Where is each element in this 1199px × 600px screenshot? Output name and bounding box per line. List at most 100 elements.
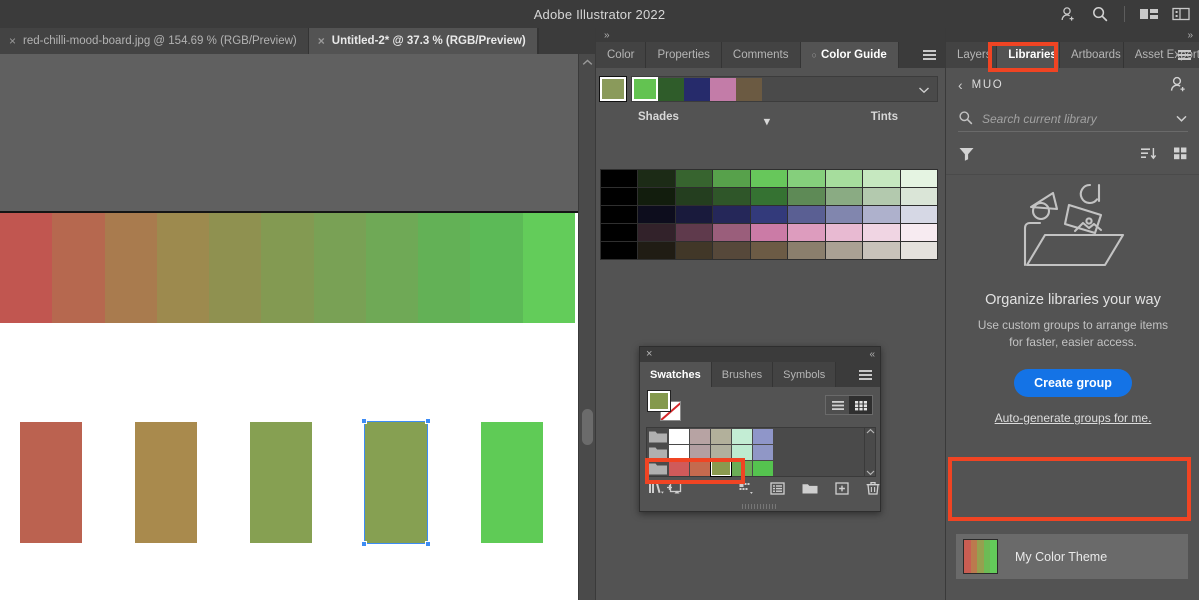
color-swatch[interactable] <box>669 429 689 444</box>
fill-stroke-indicator[interactable] <box>647 390 682 421</box>
variation-caret-icon[interactable]: ▾ <box>764 114 770 128</box>
swatch-options-icon[interactable] <box>769 478 787 498</box>
fill-swatch[interactable] <box>647 390 671 412</box>
color-group-folder-icon[interactable] <box>648 445 668 460</box>
harmony-colors-box[interactable] <box>631 76 938 102</box>
variation-swatch[interactable] <box>788 188 825 205</box>
variation-swatch[interactable] <box>638 242 675 259</box>
variation-swatch[interactable] <box>863 170 900 187</box>
new-swatch-icon[interactable] <box>833 478 851 498</box>
variation-swatch[interactable] <box>675 206 713 223</box>
variation-swatch[interactable] <box>750 224 788 241</box>
variation-swatch[interactable] <box>825 242 863 259</box>
variation-swatch[interactable] <box>713 242 750 259</box>
filter-icon[interactable] <box>958 146 975 164</box>
variation-swatch[interactable] <box>638 188 675 205</box>
artwork-rectangle[interactable] <box>135 422 197 543</box>
arrange-documents-icon[interactable] <box>1171 4 1191 24</box>
color-swatch[interactable] <box>711 445 731 460</box>
color-variations-grid[interactable] <box>600 169 938 260</box>
document-canvas[interactable] <box>0 54 578 600</box>
swatches-panel-titlebar[interactable]: × « <box>640 347 880 362</box>
harmony-color-swatch[interactable] <box>684 77 710 101</box>
variation-swatch[interactable] <box>601 206 638 223</box>
add-user-icon[interactable] <box>1058 4 1078 24</box>
close-icon[interactable]: × <box>318 35 325 47</box>
color-swatch[interactable] <box>711 429 731 444</box>
artboard[interactable] <box>0 211 578 600</box>
variation-swatch[interactable] <box>900 242 937 259</box>
libraries-panel-menu-icon[interactable] <box>1178 50 1191 60</box>
color-swatch[interactable] <box>669 461 689 476</box>
variation-swatch[interactable] <box>788 242 825 259</box>
variation-swatch[interactable] <box>750 188 788 205</box>
variation-swatch[interactable] <box>750 170 788 187</box>
variation-swatch[interactable] <box>788 170 825 187</box>
variation-swatch[interactable] <box>825 206 863 223</box>
variation-swatch[interactable] <box>788 224 825 241</box>
variation-swatch[interactable] <box>900 170 937 187</box>
tab-properties[interactable]: Properties <box>646 42 722 68</box>
variation-swatch[interactable] <box>638 170 675 187</box>
search-icon[interactable] <box>1090 4 1110 24</box>
harmony-color-swatch[interactable] <box>710 77 736 101</box>
create-group-button[interactable]: Create group <box>1014 369 1132 398</box>
variation-swatch[interactable] <box>675 224 713 241</box>
tab-libraries[interactable]: Libraries <box>997 42 1060 68</box>
tab-artboards[interactable]: Artboards <box>1059 42 1124 68</box>
auto-generate-groups-link[interactable]: Auto-generate groups for me. <box>995 411 1152 425</box>
color-swatch[interactable] <box>753 429 773 444</box>
variation-swatch[interactable] <box>675 242 713 259</box>
back-arrow-icon[interactable]: ‹ <box>958 77 963 93</box>
variation-swatch[interactable] <box>863 242 900 259</box>
selection-handle[interactable] <box>425 541 431 547</box>
variation-swatch[interactable] <box>601 188 638 205</box>
variation-swatch[interactable] <box>863 188 900 205</box>
variation-swatch[interactable] <box>675 170 713 187</box>
variation-swatch[interactable] <box>601 242 638 259</box>
variation-swatch[interactable] <box>900 206 937 223</box>
artwork-rectangle[interactable] <box>481 422 543 543</box>
selection-handle[interactable] <box>361 541 367 547</box>
variation-swatch[interactable] <box>863 206 900 223</box>
grid-view-icon[interactable] <box>849 396 872 414</box>
variation-swatch[interactable] <box>900 188 937 205</box>
chevron-down-icon[interactable] <box>918 83 930 97</box>
canvas-vertical-scrollbar[interactable] <box>578 54 595 600</box>
color-swatch[interactable] <box>690 429 710 444</box>
color-swatch[interactable] <box>732 461 752 476</box>
close-icon[interactable]: × <box>646 349 652 360</box>
base-color-swatch[interactable] <box>599 76 627 102</box>
color-swatch[interactable] <box>732 445 752 460</box>
list-view-icon[interactable] <box>826 396 849 414</box>
variation-swatch[interactable] <box>713 170 750 187</box>
color-swatch[interactable] <box>753 461 773 476</box>
grid-view-icon[interactable] <box>1173 146 1188 164</box>
add-to-library-icon[interactable] <box>666 478 684 498</box>
color-group-folder-icon[interactable] <box>648 429 668 444</box>
library-search-row[interactable] <box>958 106 1188 132</box>
selection-handle[interactable] <box>361 418 367 424</box>
swatch-grid[interactable] <box>648 429 773 477</box>
show-swatch-kinds-icon[interactable] <box>737 478 755 498</box>
color-swatch[interactable] <box>669 445 689 460</box>
artwork-rectangle[interactable] <box>250 422 312 543</box>
collapse-panel-icon[interactable]: « <box>869 349 874 360</box>
panel-resize-grip[interactable] <box>742 504 778 509</box>
variation-swatch[interactable] <box>825 170 863 187</box>
tab-comments[interactable]: Comments <box>721 42 801 68</box>
color-swatch[interactable] <box>690 461 710 476</box>
library-item-my-color-theme[interactable]: My Color Theme <box>956 534 1188 579</box>
variation-swatch[interactable] <box>675 188 713 205</box>
artwork-rectangle[interactable] <box>20 422 82 543</box>
color-guide-panel-menu-icon[interactable] <box>923 50 936 60</box>
tab-layers[interactable]: Layers <box>946 42 998 68</box>
artwork-rectangle[interactable] <box>365 422 427 543</box>
tab-color[interactable]: Color <box>596 42 647 68</box>
invite-collaborator-icon[interactable] <box>1168 74 1188 97</box>
document-tab-untitled-2[interactable]: × Untitled-2* @ 37.3 % (RGB/Preview) <box>308 28 538 54</box>
expand-panels-icon[interactable]: » <box>1187 30 1192 41</box>
variation-swatch[interactable] <box>825 224 863 241</box>
variation-swatch[interactable] <box>750 242 788 259</box>
tab-symbols[interactable]: Symbols <box>773 362 837 387</box>
